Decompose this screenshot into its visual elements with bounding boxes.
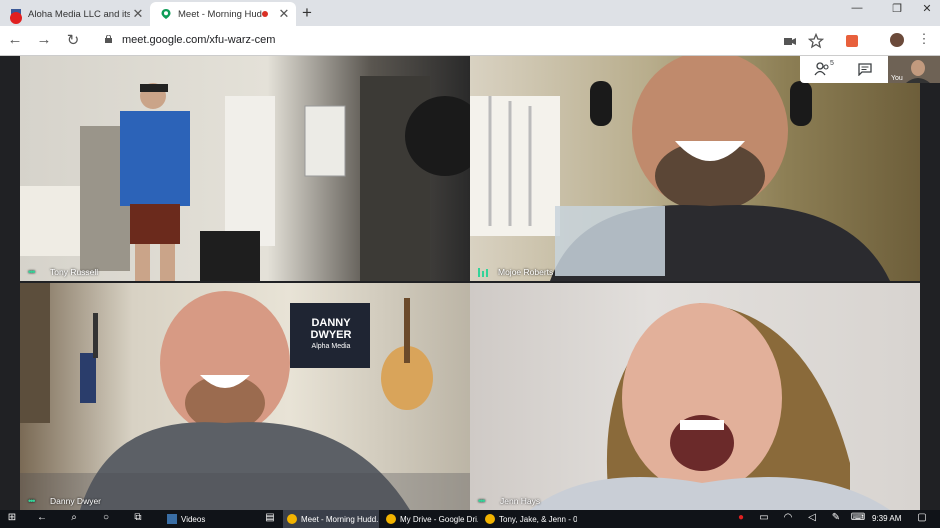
self-label: You: [891, 75, 903, 82]
taskbar-item-videos[interactable]: Videos: [163, 510, 251, 528]
forward-button[interactable]: →: [34, 31, 54, 48]
browser-tab-bar: Aloha Media LLC and its affili ✕ Meet - …: [0, 0, 940, 26]
chrome-icon: [386, 514, 396, 524]
meet-controls-panel: 5: [800, 56, 888, 83]
google-meet-favicon-icon: [161, 9, 171, 19]
danny-dwyer-poster: DANNY DWYER Alpha Media: [296, 317, 366, 353]
taskbar-item-meet[interactable]: Meet - Morning Hudd...: [283, 510, 379, 528]
video-tile-mojoe-roberts[interactable]: Mojoe Roberts: [470, 56, 920, 281]
participant-count: 5: [830, 60, 834, 67]
video-tile-danny-dwyer[interactable]: DANNY DWYER Alpha Media ••• Danny Dwyer: [20, 283, 470, 510]
folder-icon: [167, 514, 177, 524]
camera-icon[interactable]: [782, 33, 798, 49]
audio-status-icon: •••: [28, 496, 35, 506]
taskbar-back-icon[interactable]: ←: [34, 512, 50, 523]
browser-menu-icon[interactable]: ⋮: [914, 31, 934, 47]
mojoe-roberts-video-frame: [470, 56, 890, 281]
chat-icon[interactable]: [858, 63, 872, 76]
battery-icon[interactable]: ▭: [756, 512, 772, 523]
participant-name-label: ••• Tony Russell: [28, 267, 98, 277]
taskbar-item-label: Videos: [181, 514, 206, 524]
windows-start-icon[interactable]: ⊞: [4, 512, 20, 523]
task-view-icon[interactable]: ⧉: [130, 512, 146, 523]
profile-avatar[interactable]: [890, 33, 904, 47]
tab-close-icon[interactable]: ✕: [276, 6, 292, 22]
volume-icon[interactable]: ◁: [804, 512, 820, 523]
pen-icon[interactable]: ✎: [828, 512, 844, 523]
back-button[interactable]: ←: [5, 31, 25, 48]
jenn-hays-video-frame: [530, 303, 890, 510]
recording-indicator-icon: [10, 12, 22, 24]
bookmark-star-icon[interactable]: [808, 33, 824, 49]
taskbar-item-label: Meet - Morning Hudd...: [301, 514, 379, 524]
chrome-icon: [287, 514, 297, 524]
poster-line: Alpha Media: [311, 343, 351, 350]
extension-icon[interactable]: [844, 33, 860, 49]
meet-video-grid: ••• Tony Russell Mojoe Roberts DANNY DWY…: [0, 56, 940, 510]
keyboard-icon[interactable]: ⌨: [850, 512, 866, 523]
recording-tray-icon[interactable]: ●: [733, 512, 749, 523]
tab-recording-dot-icon: [262, 11, 268, 17]
wifi-icon[interactable]: ◠: [780, 512, 796, 523]
participant-name: Mojoe Roberts: [498, 267, 554, 277]
reload-button[interactable]: ↻: [63, 31, 83, 49]
lock-icon: [105, 35, 112, 43]
taskbar-item-label: Tony, Jake, & Jenn - 0...: [499, 514, 577, 524]
taskbar-item-tony-jake-jenn[interactable]: Tony, Jake, & Jenn - 0...: [481, 510, 577, 528]
window-close-button[interactable]: ✕: [912, 2, 940, 15]
taskbar-item-drive[interactable]: My Drive - Google Dri...: [382, 510, 478, 528]
new-tab-button[interactable]: +: [302, 3, 312, 23]
taskbar-item-label: My Drive - Google Dri...: [400, 514, 478, 524]
audio-status-icon: •••: [28, 267, 35, 277]
tony-russell-video-frame: [20, 76, 470, 281]
participant-name: Danny Dwyer: [50, 496, 102, 506]
cortana-icon[interactable]: ○: [98, 512, 114, 523]
browser-toolbar: ← → ↻ meet.google.com/xfu-warz-cem ⋮: [0, 26, 940, 56]
windows-taskbar: ⊞ ← ⌕ ○ ⧉ Videos ▤ Meet - Morning Hudd..…: [0, 510, 940, 528]
tab-title: Aloha Media LLC and its affili: [28, 8, 130, 20]
address-bar[interactable]: meet.google.com/xfu-warz-cem: [122, 34, 275, 46]
notifications-icon[interactable]: ▢: [914, 512, 930, 523]
tab-close-icon[interactable]: ✕: [130, 6, 146, 22]
app-icon[interactable]: ▤: [262, 512, 278, 523]
chrome-icon: [485, 514, 495, 524]
participant-name: Tony Russell: [50, 267, 99, 277]
browser-tab-aloha[interactable]: Aloha Media LLC and its affili ✕: [0, 2, 150, 26]
minimize-button[interactable]: —: [842, 2, 872, 14]
danny-dwyer-video-frame: [20, 283, 470, 510]
clock[interactable]: 9:39 AM: [872, 514, 901, 523]
participant-name-label: Mojoe Roberts: [478, 267, 553, 277]
video-tile-tony-russell[interactable]: ••• Tony Russell: [20, 56, 470, 281]
video-tile-jenn-hays[interactable]: ••• Jenn Hays: [470, 283, 920, 510]
speaking-indicator-icon: [478, 267, 490, 277]
maximize-button[interactable]: ❐: [882, 2, 912, 15]
audio-status-icon: •••: [478, 496, 485, 506]
participant-name-label: ••• Jenn Hays: [478, 496, 540, 506]
participant-name-label: ••• Danny Dwyer: [28, 496, 101, 506]
search-icon[interactable]: ⌕: [66, 512, 82, 523]
self-view-thumbnail[interactable]: You: [888, 56, 940, 83]
browser-tab-meet[interactable]: Meet - Morning Huddle ✕: [150, 2, 296, 26]
tab-title: Meet - Morning Huddle: [178, 8, 262, 20]
poster-line: DWYER: [310, 329, 352, 341]
poster-line: DANNY: [311, 317, 351, 329]
participants-icon[interactable]: [814, 62, 830, 76]
participant-name: Jenn Hays: [500, 496, 541, 506]
